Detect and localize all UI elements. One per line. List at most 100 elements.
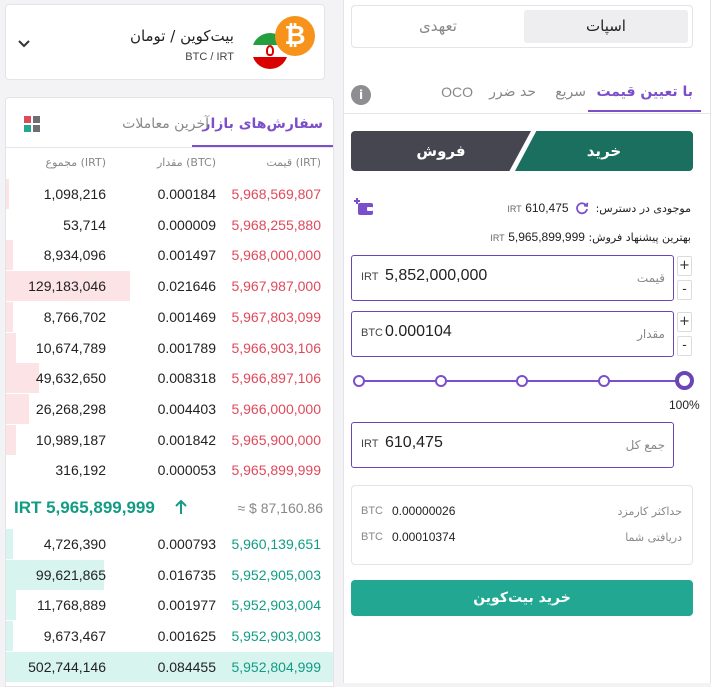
amount-decrement-button[interactable]: - xyxy=(677,336,692,356)
ask-total: 53,714 xyxy=(63,216,106,233)
slider-step-0[interactable] xyxy=(353,375,365,387)
layout-toggle-icon[interactable] xyxy=(24,116,40,132)
bid-row[interactable]: 5,952,903,003 0.001625 9,673,467 xyxy=(6,621,333,652)
receive-value: 0.00010374 xyxy=(392,530,456,544)
order-book-header: قیمت (IRT) مقدار (BTC) مجموع (IRT) xyxy=(6,156,333,172)
info-icon[interactable]: i xyxy=(351,85,371,105)
tab-market-orders[interactable]: سفارش‌های بازار xyxy=(192,116,333,147)
receive-unit: BTC xyxy=(361,531,383,543)
margin-button[interactable]: تعهدی xyxy=(356,10,520,43)
ask-row[interactable]: 5,965,899,999 0.000053 316,192 xyxy=(6,455,333,485)
max-fee-label: حداکثر کارمزد xyxy=(617,505,682,518)
bid-row[interactable]: 5,952,905,003 0.016735 99,621,865 xyxy=(6,559,333,590)
wallet-add-icon[interactable] xyxy=(353,197,375,217)
receive-label: دریافتی شما xyxy=(625,531,682,544)
percent-slider[interactable] xyxy=(353,370,695,394)
market-type-switch: اسپات تعهدی xyxy=(351,5,693,48)
order-summary: BTC 0.00000026 حداکثر کارمزد BTC 0.00010… xyxy=(351,485,693,565)
ask-row[interactable]: 5,968,255,880 0.000009 53,714 xyxy=(6,210,333,240)
tab-recent-trades[interactable]: آخرین معاملات xyxy=(122,116,209,132)
slider-percent: 100% xyxy=(669,398,700,412)
slider-handle[interactable] xyxy=(675,371,694,390)
amount-increment-button[interactable]: + xyxy=(677,312,692,332)
order-panel: اسپات تعهدی با تعیین قیمت سریع حد ضرر OC… xyxy=(343,0,711,683)
bid-total: 502,744,146 xyxy=(28,658,106,675)
bitcoin-icon: ₿ xyxy=(275,16,315,56)
bid-price: 5,952,804,999 xyxy=(231,658,321,675)
amount-label: مقدار xyxy=(637,327,665,341)
price-field[interactable]: IRT قیمت xyxy=(351,255,674,301)
tab-stop-loss[interactable]: حد ضرر xyxy=(489,84,536,100)
tab-oco[interactable]: OCO xyxy=(441,84,473,100)
price-decrement-button[interactable]: - xyxy=(677,280,692,300)
ask-total: 26,268,298 xyxy=(35,400,106,417)
ask-amount: 0.000053 xyxy=(157,462,216,479)
ask-total: 316,192 xyxy=(55,462,106,479)
slider-step-25[interactable] xyxy=(435,375,447,387)
ask-total: 49,632,650 xyxy=(35,370,106,387)
bid-row[interactable]: 5,952,804,999 0.084455 502,744,146 xyxy=(6,651,333,682)
buy-bitcoin-button[interactable]: خرید بیت‌کوین xyxy=(351,580,693,616)
slider-step-75[interactable] xyxy=(598,375,610,387)
ask-row[interactable]: 5,968,569,807 0.000184 1,098,216 xyxy=(6,179,333,209)
ask-row[interactable]: 5,968,000,000 0.001497 8,934,096 xyxy=(6,240,333,271)
bid-total: 11,768,889 xyxy=(36,597,106,614)
balance-value: 610,475 xyxy=(525,201,569,215)
tab-fast[interactable]: سریع xyxy=(555,84,586,100)
bid-price: 5,952,903,004 xyxy=(231,597,321,614)
spot-button[interactable]: اسپات xyxy=(524,10,688,43)
side-toggle: فروش خرید xyxy=(351,131,693,171)
bid-amount: 0.001625 xyxy=(157,628,216,645)
bid-row[interactable]: 5,952,903,004 0.001977 11,768,889 xyxy=(6,590,333,621)
ask-price: 5,965,899,999 xyxy=(231,462,321,479)
balance-unit: IRT xyxy=(507,204,522,214)
price-label: قیمت xyxy=(636,271,665,285)
ask-price: 5,968,569,807 xyxy=(231,186,321,202)
best-offer-value: 5,965,899,999 xyxy=(508,230,585,244)
ask-price: 5,966,000,000 xyxy=(231,400,321,417)
price-unit: IRT xyxy=(361,271,379,283)
pair-title: بیت‌کوین / تومان xyxy=(129,27,234,45)
bid-row[interactable]: 5,960,139,651 0.000793 4,726,390 xyxy=(6,529,333,559)
column-amount: مقدار (BTC) xyxy=(157,156,216,169)
bid-amount: 0.001977 xyxy=(157,597,216,614)
ask-price: 5,966,903,106 xyxy=(231,339,321,356)
bid-amount: 0.084455 xyxy=(157,658,216,675)
pair-selector[interactable]: بیت‌کوین / تومان BTC / IRT ₿ xyxy=(5,4,325,80)
best-offer-unit: IRT xyxy=(490,233,505,243)
ask-amount: 0.001469 xyxy=(157,308,216,325)
ask-row[interactable]: 5,965,900,000 0.001842 10,989,187 xyxy=(6,424,333,455)
refresh-icon[interactable] xyxy=(575,201,589,215)
chevron-down-icon xyxy=(18,40,30,48)
order-book-tabs: سفارش‌های بازار آخرین معاملات xyxy=(6,98,333,148)
buy-side-button[interactable]: خرید xyxy=(515,131,693,171)
best-offer: بهترین پیشنهاد فروش: 5,965,899,999 IRT xyxy=(490,230,691,244)
ask-row[interactable]: 5,966,897,106 0.008318 49,632,650 xyxy=(6,363,333,394)
bid-total: 4,726,390 xyxy=(43,536,106,552)
last-price: IRT 5,965,899,999 xyxy=(14,498,155,517)
ask-total: 8,766,702 xyxy=(43,308,106,325)
tab-limit[interactable]: با تعیین قیمت xyxy=(588,84,701,112)
bid-amount: 0.016735 xyxy=(157,566,216,583)
ask-row[interactable]: 5,966,000,000 0.004403 26,268,298 xyxy=(6,393,333,424)
sell-side-button[interactable]: فروش xyxy=(351,131,531,171)
ask-price: 5,967,987,000 xyxy=(231,278,321,295)
total-input[interactable] xyxy=(385,434,585,452)
price-increment-button[interactable]: + xyxy=(677,256,692,276)
ask-row[interactable]: 5,967,803,099 0.001469 8,766,702 xyxy=(6,301,333,332)
bid-price: 5,952,903,003 xyxy=(231,628,321,645)
ask-amount: 0.008318 xyxy=(157,370,216,387)
ask-row[interactable]: 5,966,903,106 0.001789 10,674,789 xyxy=(6,332,333,363)
ask-row[interactable]: 5,967,987,000 0.021646 129,183,046 xyxy=(6,271,333,302)
ask-price: 5,967,803,099 xyxy=(231,308,321,325)
ask-amount: 0.004403 xyxy=(157,400,216,417)
price-input[interactable] xyxy=(385,267,585,285)
slider-step-50[interactable] xyxy=(516,375,528,387)
total-field[interactable]: IRT جمع کل xyxy=(351,422,674,468)
order-book: سفارش‌های بازار آخرین معاملات قیمت (IRT)… xyxy=(5,97,334,687)
amount-input[interactable] xyxy=(385,323,585,341)
amount-unit: BTC xyxy=(361,327,383,339)
amount-field[interactable]: BTC مقدار xyxy=(351,311,674,357)
max-fee-unit: BTC xyxy=(361,505,383,517)
max-fee-value: 0.00000026 xyxy=(392,504,456,518)
